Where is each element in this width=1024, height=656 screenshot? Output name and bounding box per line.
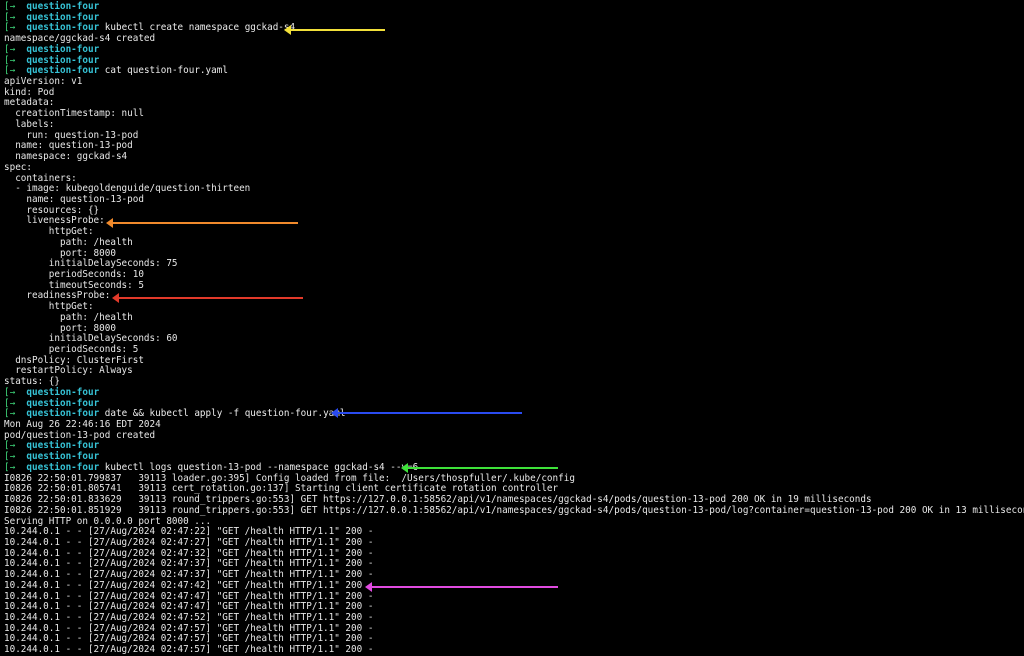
prompt-arrow-icon: [→	[4, 1, 16, 12]
prompt-directory: question-four	[26, 386, 100, 398]
prompt-directory: question-four	[26, 451, 100, 463]
output-line: apiVersion: v1	[4, 76, 83, 88]
output-line: restartPolicy: Always	[4, 365, 133, 377]
prompt-arrow-icon: [→	[4, 397, 16, 409]
output-line: namespace/ggckad-s4 created	[4, 33, 156, 45]
output-line: periodSeconds: 5	[4, 344, 139, 355]
prompt-line: [→ question-four	[4, 386, 1024, 399]
output-line: name: question-13-pod	[4, 140, 133, 152]
output-line: httpGet:	[4, 226, 94, 238]
logs-command-arrow	[401, 463, 558, 473]
health-log-arrow	[365, 582, 558, 592]
prompt-arrow-icon: [→	[4, 11, 16, 23]
output-line: dnsPolicy: ClusterFirst	[4, 354, 144, 366]
output-line: I0826 22:50:01.851929 39113 round_trippe…	[4, 504, 1024, 516]
create-namespace-arrow	[284, 25, 385, 35]
output-line: spec:	[4, 161, 32, 173]
command-text: date && kubectl apply -f question-four.y…	[104, 408, 346, 420]
prompt-directory: question-four	[26, 22, 100, 34]
prompt-directory: question-four	[26, 65, 100, 77]
prompt-line: [→ question-four kubectl create namespac…	[4, 23, 1024, 34]
output-line: initialDelaySeconds: 75	[4, 258, 178, 270]
prompt-arrow-icon: [→	[4, 461, 16, 473]
command-text: kubectl create namespace ggckad-s4	[104, 22, 296, 34]
liveness-probe-arrow	[106, 218, 298, 228]
prompt-arrow-icon: [→	[4, 43, 16, 55]
prompt-arrow-icon: [→	[4, 440, 16, 452]
prompt-directory: question-four	[26, 43, 100, 55]
output-line: path: /health	[4, 236, 133, 248]
prompt-arrow-icon: [→	[4, 65, 16, 77]
output-line: httpGet:	[4, 301, 94, 313]
terminal-output: [→ question-four [→ question-four [→ quest…	[4, 1, 1024, 655]
output-line: Mon Aug 26 22:46:16 EDT 2024	[4, 419, 161, 431]
prompt-line: [→ question-four	[4, 1, 1024, 13]
output-line: namespace: ggckad-s4	[4, 151, 128, 163]
prompt-arrow-icon: [→	[4, 386, 16, 398]
output-line: resources: {}	[4, 204, 100, 216]
command-text: cat question-four.yaml	[104, 65, 228, 77]
output-line: initialDelaySeconds: 60	[4, 333, 178, 345]
prompt-arrow-icon: [→	[4, 451, 16, 463]
prompt-directory: question-four	[26, 397, 100, 409]
output-line: pod/question-13-pod created	[4, 429, 156, 441]
output-line: status: {}	[4, 376, 60, 388]
output-line: periodSeconds: 10	[4, 268, 144, 280]
output-line: kind: Pod	[4, 86, 55, 98]
prompt-arrow-icon: [→	[4, 408, 16, 420]
prompt-line: [→ question-four cat question-four.yaml	[4, 65, 1024, 77]
prompt-arrow-icon: [→	[4, 22, 16, 34]
readiness-probe-arrow	[112, 293, 303, 303]
prompt-arrow-icon: [→	[4, 54, 16, 66]
output-line: - image: kubegoldenguide/question-thirte…	[4, 183, 251, 195]
output-line: path: /health	[4, 311, 133, 323]
output-line: creationTimestamp: null	[4, 108, 144, 120]
prompt-directory: question-four	[26, 11, 100, 23]
prompt-directory: question-four	[26, 440, 100, 452]
prompt-directory: question-four	[26, 54, 100, 66]
command-text: kubectl logs question-13-pod --namespace…	[104, 461, 419, 473]
apply-command-arrow	[331, 408, 522, 418]
output-line: name: question-13-pod	[4, 193, 144, 205]
prompt-directory: question-four	[26, 461, 100, 473]
output-line: metadata:	[4, 97, 55, 109]
prompt-directory: question-four	[26, 1, 100, 12]
output-line: timeoutSeconds: 5	[4, 279, 144, 291]
prompt-line: [→ question-four	[4, 43, 1024, 56]
prompt-line: [→ question-four	[4, 441, 1024, 452]
output-line: run: question-13-pod	[4, 129, 139, 141]
prompt-directory: question-four	[26, 408, 100, 420]
output-line: labels:	[4, 118, 55, 130]
